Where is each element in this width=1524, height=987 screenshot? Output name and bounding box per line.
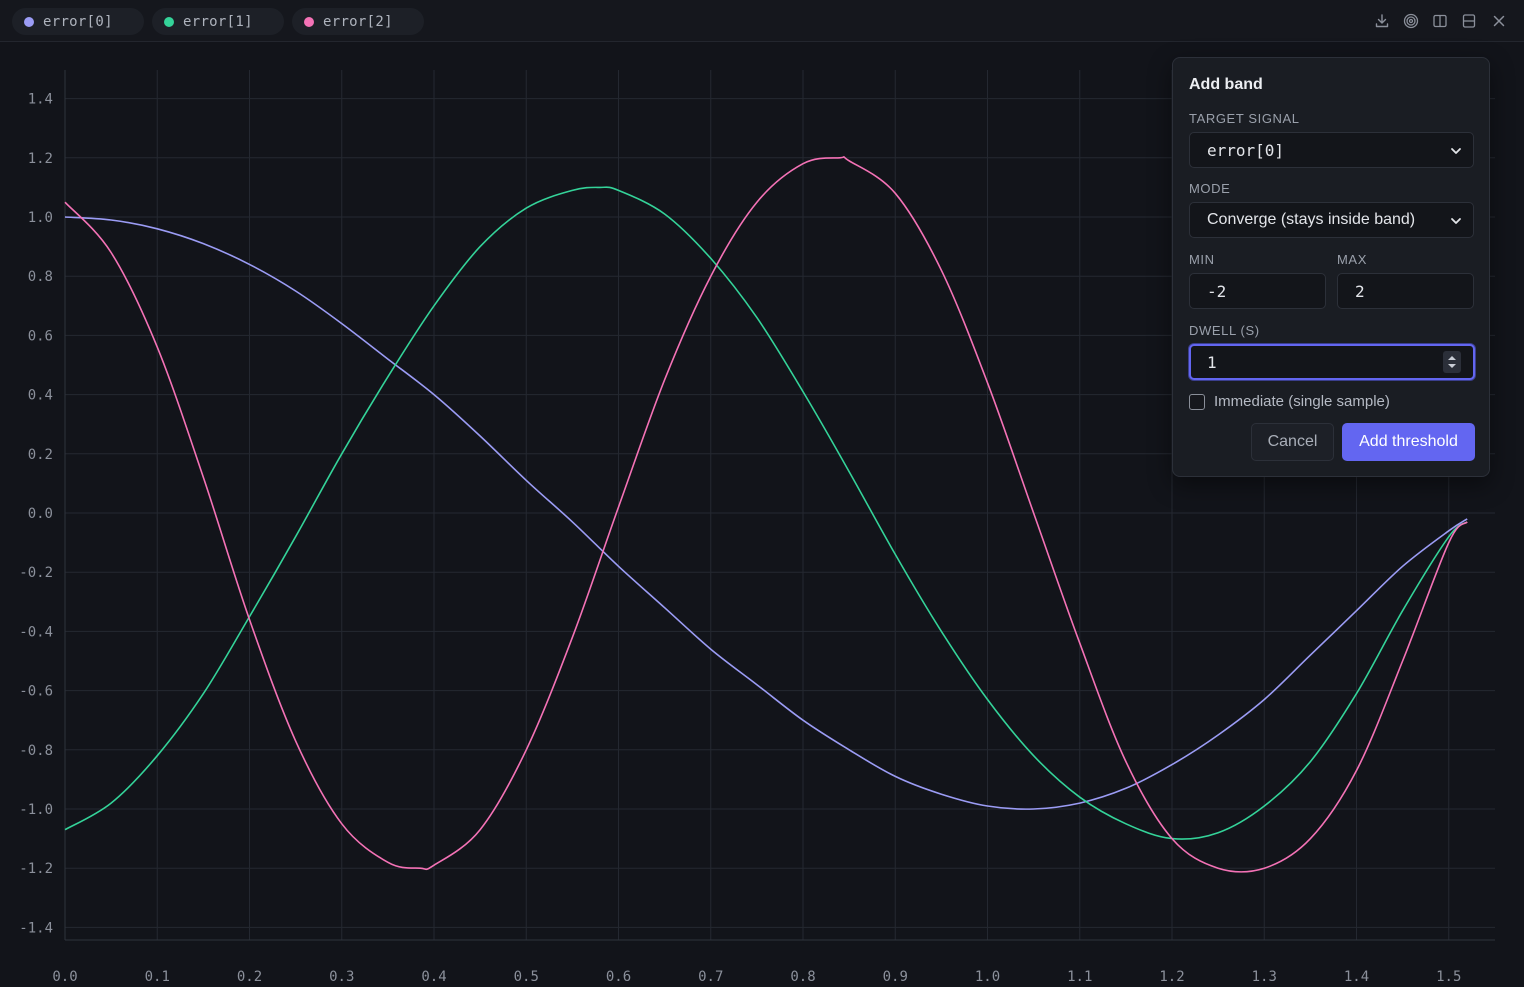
y-tick-label: -1.0 <box>19 802 53 818</box>
x-tick-label: 0.3 <box>329 969 354 985</box>
x-tick-label: 0.1 <box>145 969 170 985</box>
y-tick-label: -0.4 <box>19 624 53 640</box>
y-tick-label: 0.0 <box>28 506 53 522</box>
close-icon[interactable] <box>1488 10 1510 32</box>
download-icon[interactable] <box>1371 10 1393 32</box>
min-label: Min <box>1189 252 1215 267</box>
x-tick-label: 1.3 <box>1252 969 1277 985</box>
add-threshold-button[interactable]: Add threshold <box>1342 423 1475 461</box>
stepper-arrows-icon <box>1448 356 1456 368</box>
x-tick-label: 0.8 <box>790 969 815 985</box>
panel-title: Add band <box>1189 76 1263 93</box>
y-tick-label: 0.8 <box>28 269 53 285</box>
dwell-label: Dwell (s) <box>1189 323 1260 338</box>
y-tick-label: 1.2 <box>28 151 53 167</box>
max-input[interactable]: 2 <box>1337 273 1474 309</box>
x-tick-label: 1.5 <box>1436 969 1461 985</box>
immediate-checkbox[interactable] <box>1189 394 1205 410</box>
x-tick-label: 1.1 <box>1067 969 1092 985</box>
y-tick-label: -1.2 <box>19 861 53 877</box>
x-tick-label: 1.4 <box>1344 969 1369 985</box>
legend-chip-error-2[interactable]: error[2] <box>292 8 424 35</box>
cancel-button[interactable]: Cancel <box>1251 423 1334 461</box>
x-tick-label: 0.7 <box>698 969 723 985</box>
y-tick-label: 1.4 <box>28 92 53 108</box>
x-tick-label: 0.5 <box>514 969 539 985</box>
dwell-value: 1 <box>1207 352 1217 372</box>
x-tick-label: 0.4 <box>421 969 446 985</box>
series-color-dot <box>304 16 314 27</box>
mode-select[interactable]: Converge (stays inside band) <box>1189 202 1474 238</box>
y-tick-label: 1.0 <box>28 210 53 226</box>
chevron-down-icon <box>1451 218 1461 224</box>
y-tick-label: -1.4 <box>19 920 53 936</box>
split-vertical-icon[interactable] <box>1429 10 1451 32</box>
max-value: 2 <box>1355 281 1365 301</box>
target-icon[interactable] <box>1400 10 1422 32</box>
add-band-panel: Add band Target signal error[0] Mode Con… <box>1172 57 1490 477</box>
mode-label: Mode <box>1189 181 1231 196</box>
split-horizontal-icon[interactable] <box>1458 10 1480 32</box>
legend-chip-error-1[interactable]: error[1] <box>152 8 284 35</box>
legend-chip-label: error[0] <box>43 13 113 30</box>
target-signal-select[interactable]: error[0] <box>1189 132 1474 168</box>
y-tick-label: -0.8 <box>19 743 53 759</box>
x-tick-label: 1.2 <box>1159 969 1184 985</box>
min-value: -2 <box>1207 281 1227 301</box>
y-tick-label: 0.2 <box>28 447 53 463</box>
dwell-input[interactable]: 1 <box>1189 344 1475 380</box>
series-color-dot <box>24 16 34 27</box>
y-tick-label: 0.6 <box>28 328 53 344</box>
x-tick-label: 0.9 <box>883 969 908 985</box>
legend-chip-error-0[interactable]: error[0] <box>12 8 144 35</box>
legend-chip-label: error[2] <box>323 13 393 30</box>
min-input[interactable]: -2 <box>1189 273 1326 309</box>
y-tick-label: -0.2 <box>19 565 53 581</box>
target-signal-value: error[0] <box>1207 140 1285 160</box>
top-bar: error[0] error[1] error[2] <box>0 0 1524 42</box>
legend-chip-label: error[1] <box>183 13 253 30</box>
target-signal-label: Target signal <box>1189 111 1300 126</box>
immediate-label: Immediate (single sample) <box>1214 393 1390 410</box>
x-tick-label: 0.2 <box>237 969 262 985</box>
series-color-dot <box>164 16 174 27</box>
mode-value: Converge (stays inside band) <box>1207 211 1416 228</box>
y-tick-label: 0.4 <box>28 388 53 404</box>
chevron-down-icon <box>1451 148 1461 154</box>
x-tick-label: 0.6 <box>606 969 631 985</box>
number-stepper[interactable] <box>1443 351 1461 373</box>
x-tick-label: 0.0 <box>52 969 77 985</box>
max-label: Max <box>1337 252 1367 267</box>
y-tick-label: -0.6 <box>19 684 53 700</box>
x-tick-label: 1.0 <box>975 969 1000 985</box>
